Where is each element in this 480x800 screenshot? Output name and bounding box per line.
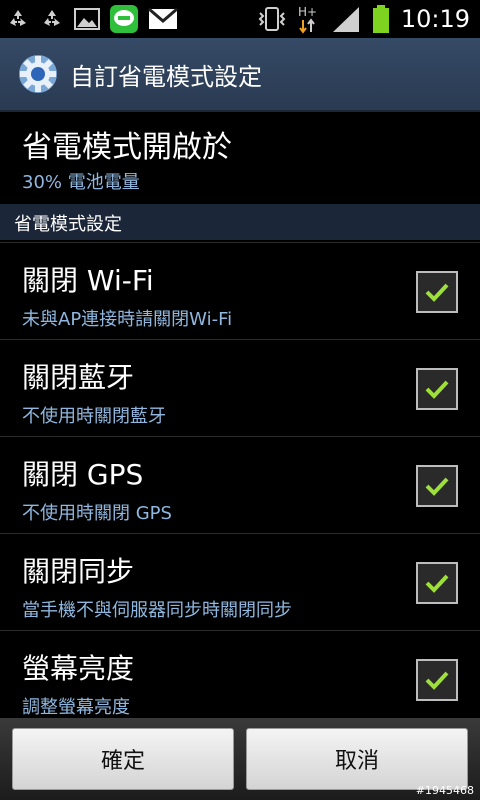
status-bar: H+ 10:19 — [0, 0, 480, 38]
battery-icon — [372, 5, 389, 33]
setting-title: 關閉 Wi-Fi — [22, 264, 154, 297]
svg-text:H+: H+ — [298, 5, 317, 19]
signal-strength-icon — [332, 7, 359, 32]
power-saving-threshold-title: 省電模式開啟於 — [22, 130, 232, 165]
checkmark-icon — [425, 477, 449, 496]
gps-checkbox[interactable] — [416, 465, 458, 507]
setting-item-brightness[interactable]: 螢幕亮度 調整螢幕亮度 — [0, 630, 480, 727]
recycle-icon — [10, 10, 26, 26]
settings-gear-icon — [19, 55, 57, 93]
system-status-icons: H+ 10:19 — [257, 4, 470, 34]
checkmark-icon — [425, 574, 449, 593]
setting-item-bluetooth[interactable]: 關閉藍牙 不使用時關閉藍牙 — [0, 339, 480, 436]
setting-title: 關閉藍牙 — [22, 361, 135, 394]
brightness-checkbox[interactable] — [416, 659, 458, 701]
recycle-icon — [44, 10, 60, 26]
hsdpa-plus-data-icon: H+ — [298, 5, 317, 34]
clock: 10:19 — [400, 5, 470, 33]
setting-subtitle: 當手機不與伺服器同步時關閉同步 — [22, 600, 292, 621]
gmail-icon — [148, 8, 178, 29]
setting-subtitle: 調整螢幕亮度 — [22, 697, 130, 718]
watermark: #1945468 — [415, 784, 474, 797]
checkmark-icon — [425, 380, 449, 399]
setting-title: 關閉同步 — [22, 555, 135, 588]
section-title: 省電模式設定 — [14, 214, 122, 235]
setting-item-sync[interactable]: 關閉同步 當手機不與伺服器同步時關閉同步 — [0, 533, 480, 630]
confirm-button[interactable]: 確定 — [12, 728, 234, 790]
setting-subtitle: 未與AP連接時請關閉Wi-Fi — [22, 309, 233, 330]
power-saving-threshold-value: 30% 電池電量 — [22, 172, 140, 193]
setting-title: 關閉 GPS — [22, 458, 144, 491]
setting-subtitle: 不使用時關閉藍牙 — [22, 406, 166, 427]
setting-subtitle: 不使用時關閉 GPS — [22, 503, 172, 524]
wifi-checkbox[interactable] — [416, 271, 458, 313]
button-bar: 確定 取消 #1945468 — [0, 718, 480, 800]
notification-icons — [6, 5, 178, 33]
setting-item-wifi[interactable]: 關閉 Wi-Fi 未與AP連接時請關閉Wi-Fi — [0, 242, 480, 339]
sync-checkbox[interactable] — [416, 562, 458, 604]
vibrate-icon — [258, 7, 286, 31]
section-header: 省電模式設定 — [0, 204, 480, 240]
setting-title: 螢幕亮度 — [22, 652, 135, 685]
cancel-button[interactable]: 取消 — [246, 728, 468, 790]
setting-item-gps[interactable]: 關閉 GPS 不使用時關閉 GPS — [0, 436, 480, 533]
power-saving-threshold-item[interactable]: 省電模式開啟於 30% 電池電量 — [0, 112, 480, 204]
bluetooth-checkbox[interactable] — [416, 368, 458, 410]
line-app-icon — [110, 5, 138, 33]
checkmark-icon — [425, 671, 449, 690]
image-icon — [74, 8, 100, 30]
page-title: 自訂省電模式設定 — [70, 62, 262, 91]
checkmark-icon — [425, 283, 449, 302]
title-bar: 自訂省電模式設定 — [0, 38, 480, 112]
